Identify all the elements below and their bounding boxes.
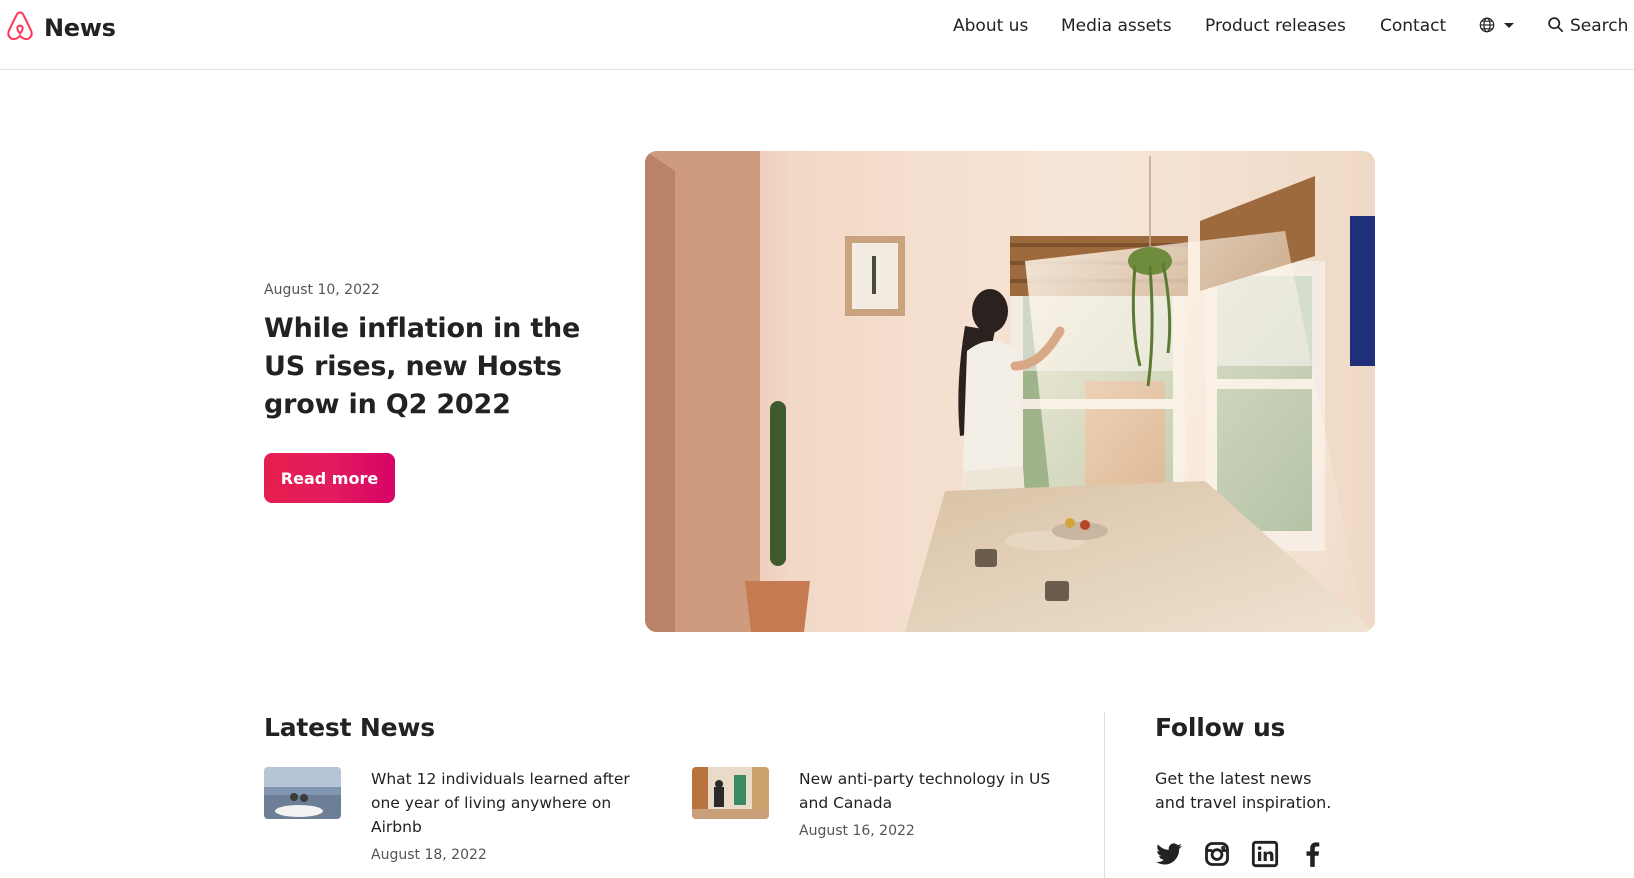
latest-news-heading: Latest News <box>264 713 435 742</box>
nav-product-releases[interactable]: Product releases <box>1205 14 1346 38</box>
nav-media-assets[interactable]: Media assets <box>1061 14 1172 38</box>
globe-icon <box>1478 16 1496 38</box>
brand-name: News <box>44 14 116 42</box>
linkedin-icon[interactable] <box>1251 840 1279 868</box>
news-date: August 18, 2022 <box>371 847 487 863</box>
news-date: August 16, 2022 <box>799 823 915 839</box>
instagram-icon[interactable] <box>1203 840 1231 868</box>
brand-home-link[interactable]: News <box>5 10 116 46</box>
twitter-icon[interactable] <box>1155 840 1183 868</box>
section-divider <box>1104 712 1105 878</box>
nav-contact[interactable]: Contact <box>1380 14 1446 38</box>
hero-text: August 10, 2022 While inflation in the U… <box>264 278 614 424</box>
search-label: Search <box>1570 16 1629 36</box>
search-button[interactable]: Search <box>1547 14 1628 38</box>
top-navigation-bar: News About us Media assets Product relea… <box>0 0 1634 70</box>
chevron-down-icon <box>1504 22 1514 28</box>
hero-date: August 10, 2022 <box>264 282 380 298</box>
news-item[interactable]: New anti-party technology in US and Cana… <box>692 767 1082 841</box>
follow-us-text: Get the latest news and travel inspirati… <box>1155 769 1332 812</box>
read-more-button[interactable]: Read more <box>264 453 395 503</box>
airbnb-logo-icon <box>5 10 35 46</box>
nav-about-us[interactable]: About us <box>953 14 1028 38</box>
social-links <box>1155 840 1347 868</box>
news-title[interactable]: What 12 individuals learned after one ye… <box>371 767 654 839</box>
hero-image[interactable] <box>645 151 1375 632</box>
language-selector[interactable] <box>1478 16 1514 38</box>
news-body: New anti-party technology in US and Cana… <box>799 767 1082 841</box>
news-thumbnail[interactable] <box>692 767 769 819</box>
follow-us-heading: Follow us <box>1155 713 1286 742</box>
facebook-icon[interactable] <box>1299 840 1327 868</box>
news-body: What 12 individuals learned after one ye… <box>371 767 654 865</box>
news-thumbnail[interactable] <box>264 767 341 819</box>
hero-title[interactable]: While inflation in the US rises, new Hos… <box>264 310 614 424</box>
search-icon <box>1547 16 1564 37</box>
news-item[interactable]: What 12 individuals learned after one ye… <box>264 767 654 865</box>
news-title[interactable]: New anti-party technology in US and Cana… <box>799 767 1082 815</box>
